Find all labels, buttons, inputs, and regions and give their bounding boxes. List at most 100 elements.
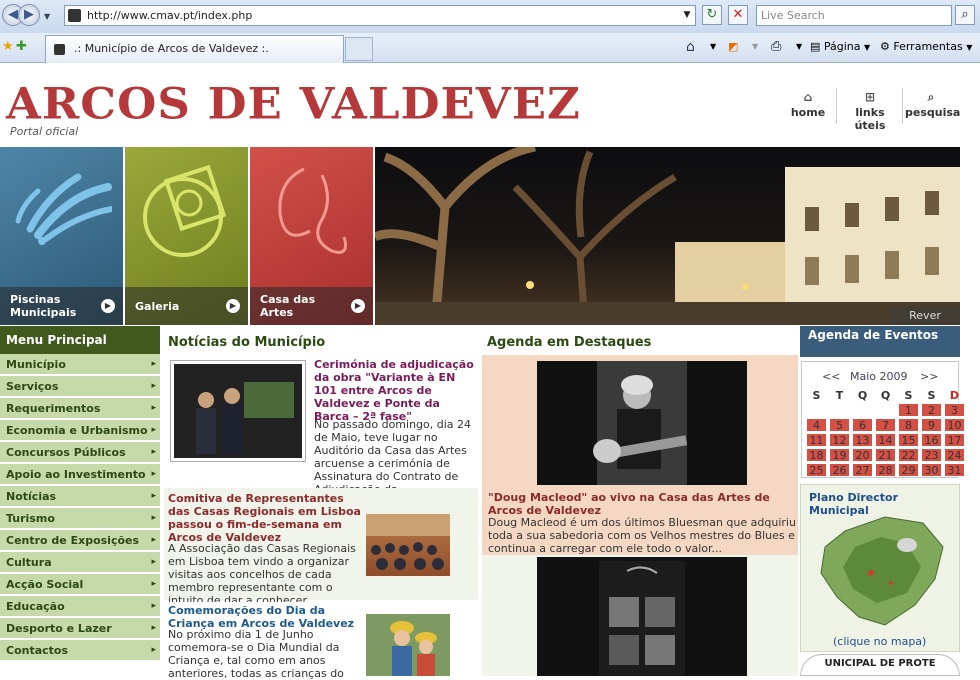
news-photo[interactable] <box>170 360 306 462</box>
calendar-day[interactable]: 20 <box>852 448 873 462</box>
calendar-day[interactable]: 17 <box>944 433 965 447</box>
menu-item[interactable]: Contactos ▸ <box>0 640 160 661</box>
agenda-photo[interactable] <box>537 557 747 676</box>
add-favorite-icon[interactable]: ✚ <box>16 39 27 54</box>
calendar-day[interactable]: 28 <box>875 463 896 477</box>
tile-piscinas[interactable]: Piscinas Municipais ▶ <box>0 147 123 325</box>
calendar-day[interactable]: 13 <box>852 433 873 447</box>
calendar-day[interactable]: 6 <box>852 418 873 432</box>
refresh-icon[interactable]: ↻ <box>702 5 722 25</box>
calendar-day[interactable]: 24 <box>944 448 965 462</box>
calendar-day[interactable]: 27 <box>852 463 873 477</box>
favorites-star-icon[interactable]: ★ <box>2 39 14 54</box>
calendar-day[interactable]: 2 <box>921 403 942 417</box>
url-dropdown-icon[interactable]: ▼ <box>680 6 694 26</box>
site-logo[interactable]: ARCOS DE VALDEVEZ <box>6 79 581 128</box>
print-dropdown-icon[interactable]: ▼ <box>796 38 802 56</box>
menu-item[interactable]: Município ▸ <box>0 354 160 375</box>
menu-item[interactable]: Cultura ▸ <box>0 552 160 573</box>
calendar-day[interactable]: 16 <box>921 433 942 447</box>
search-placeholder: Live Search <box>761 9 825 22</box>
new-tab-button[interactable] <box>345 37 373 61</box>
calendar-day[interactable]: 9 <box>921 418 942 432</box>
news-item[interactable]: Cerimónia de adjudicação da obra "Varian… <box>164 354 478 496</box>
calendar-day[interactable]: 21 <box>875 448 896 462</box>
calendar-day[interactable]: 19 <box>829 448 850 462</box>
menu-item-label: Município <box>6 358 66 371</box>
news-headline[interactable]: Comemorações do Dia da Criança em Arcos … <box>168 604 368 630</box>
news-headline[interactable]: Comitiva de Representantes das Casas Reg… <box>168 492 368 544</box>
nav-links-label: links úteis <box>854 106 886 132</box>
tools-menu[interactable]: ⚙ Ferramentas ▼ <box>880 38 972 57</box>
home-icon[interactable]: ⌂ <box>686 38 695 56</box>
search-input[interactable]: Live Search <box>756 5 952 26</box>
play-icon: ▶ <box>226 299 240 313</box>
calendar-day[interactable]: 8 <box>898 418 919 432</box>
calendar-day[interactable]: 18 <box>806 448 827 462</box>
menu-item[interactable]: Concursos Públicos ▸ <box>0 442 160 463</box>
stop-icon[interactable]: ✕ <box>728 5 748 25</box>
calendar-day[interactable]: 3 <box>944 403 965 417</box>
url-field[interactable]: http://www.cmav.pt/index.php <box>64 5 696 26</box>
municipal-map[interactable] <box>811 513 951 631</box>
feeds-icon[interactable]: ◩ <box>728 38 738 56</box>
calendar-day[interactable]: 7 <box>875 418 896 432</box>
hero-photo[interactable]: Rever <box>375 147 960 325</box>
calendar-day[interactable]: 26 <box>829 463 850 477</box>
menu-item[interactable]: Notícias ▸ <box>0 486 160 507</box>
calendar-day[interactable]: 1 <box>898 403 919 417</box>
news-item[interactable]: Comemorações do Dia da Criança em Arcos … <box>164 602 478 680</box>
menu-item[interactable]: Turismo ▸ <box>0 508 160 529</box>
calendar-day[interactable]: 29 <box>898 463 919 477</box>
calendar-next[interactable]: >> <box>920 370 938 383</box>
calendar-day[interactable]: 31 <box>944 463 965 477</box>
tile-casa-das-artes[interactable]: Casa das Artes ▶ <box>250 147 373 325</box>
nav-home[interactable]: ⌂ home <box>782 90 834 119</box>
menu-item[interactable]: Acção Social ▸ <box>0 574 160 595</box>
calendar-day[interactable]: 14 <box>875 433 896 447</box>
nav-search[interactable]: ⌕ pesquisa <box>905 90 960 119</box>
history-dropdown-icon[interactable]: ▼ <box>44 12 50 21</box>
agenda-body: Doug Macleod é um dos últimos Bluesman q… <box>488 516 796 555</box>
calendar-day[interactable]: 23 <box>921 448 942 462</box>
menu-item[interactable]: Requerimentos ▸ <box>0 398 160 419</box>
agenda-photo[interactable] <box>537 361 747 485</box>
calendar-day[interactable]: 10 <box>944 418 965 432</box>
nav-links[interactable]: ⊞ links úteis <box>842 90 898 132</box>
news-item[interactable]: Comitiva de Representantes das Casas Reg… <box>164 488 478 607</box>
calendar-day[interactable]: 30 <box>921 463 942 477</box>
calendar-day[interactable]: 11 <box>806 433 827 447</box>
calendar-day[interactable]: 15 <box>898 433 919 447</box>
page-menu[interactable]: ▤ Página ▼ <box>810 38 870 57</box>
plan-panel[interactable]: Plano Director Municipal (clique no mapa… <box>800 484 960 652</box>
print-icon[interactable]: ⎙ <box>771 38 781 56</box>
calendar-prev[interactable]: << <box>822 370 840 383</box>
hero-caption[interactable]: Rever <box>890 307 960 325</box>
agenda-headline[interactable]: "Doug Macleod" ao vivo na Casa das Artes… <box>488 491 796 517</box>
address-bar-area: ◀ ▶ ▼ http://www.cmav.pt/index.php ▼ ↻ ✕… <box>0 0 980 33</box>
tile-galeria[interactable]: Galeria ▶ <box>125 147 248 325</box>
menu-item[interactable]: Apoio ao Investimento ▸ <box>0 464 160 485</box>
calendar-day[interactable]: 25 <box>806 463 827 477</box>
menu-item[interactable]: Desporto e Lazer ▸ <box>0 618 160 639</box>
menu-item[interactable]: Educação ▸ <box>0 596 160 617</box>
agenda-item[interactable]: "Doug Macleod" ao vivo na Casa das Artes… <box>482 355 798 555</box>
menu-item[interactable]: Economia e Urbanismo ▸ <box>0 420 160 441</box>
menu-item[interactable]: Serviços ▸ <box>0 376 160 397</box>
calendar-day[interactable]: 4 <box>806 418 827 432</box>
home-dropdown-icon[interactable]: ▼ <box>710 38 716 56</box>
forward-button[interactable]: ▶ <box>18 4 40 26</box>
agenda-item[interactable] <box>482 555 798 676</box>
menu-item[interactable]: Centro de Exposições ▸ <box>0 530 160 551</box>
browser-tab[interactable]: .: Município de Arcos de Valdevez :. <box>45 35 344 63</box>
search-go-icon[interactable]: ⌕ <box>955 5 975 25</box>
news-headline[interactable]: Cerimónia de adjudicação da obra "Varian… <box>314 358 478 423</box>
plan-caption[interactable]: (clique no mapa) <box>833 635 926 648</box>
news-photo[interactable] <box>366 614 450 676</box>
calendar-day[interactable]: 12 <box>829 433 850 447</box>
calendar-day[interactable]: 5 <box>829 418 850 432</box>
calendar-day[interactable]: 22 <box>898 448 919 462</box>
news-photo[interactable] <box>366 514 450 576</box>
protection-badge[interactable]: UNICIPAL DE PROTE <box>800 654 960 676</box>
feeds-dropdown-icon[interactable]: ▼ <box>752 38 758 56</box>
